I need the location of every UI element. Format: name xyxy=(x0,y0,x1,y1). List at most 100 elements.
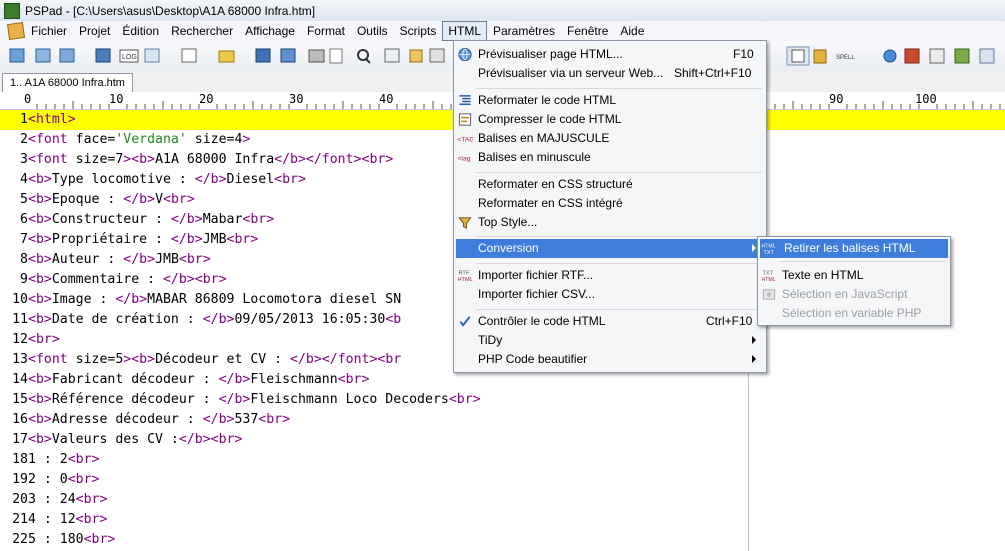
uppercase-tag-icon: <TAG xyxy=(458,136,474,143)
menu-fichier[interactable]: Fichier xyxy=(25,22,73,40)
code-token: </b> xyxy=(162,272,195,287)
save-all-icon xyxy=(280,48,296,63)
menu-item-strip-html-tags[interactable]: HTML TXT Retirer les balises HTML xyxy=(760,239,948,258)
code-token: </b> xyxy=(178,432,211,447)
code-token: Fleischmann Loco Decoders xyxy=(250,392,449,407)
code-token: <br> xyxy=(361,152,394,167)
menu-item-php-beautifier[interactable]: PHP Code beautifier xyxy=(454,350,766,369)
menu-separator xyxy=(476,88,762,89)
menu-item-css-structured[interactable]: Reformater en CSS structuré xyxy=(454,175,766,194)
line-code: 4 : 12<br> xyxy=(28,510,107,530)
menu-item-uppercase-tags[interactable]: <TAG Balises en MAJUSCULE xyxy=(454,129,766,148)
menu-affichage[interactable]: Affichage xyxy=(239,22,301,40)
menu-item-top-style[interactable]: Top Style... xyxy=(454,213,766,232)
menu-projet[interactable]: Projet xyxy=(73,22,116,40)
line-number: 11 xyxy=(12,312,28,327)
code-line[interactable]: 20 3 : 24<br> xyxy=(0,490,1005,510)
menu-outils[interactable]: Outils xyxy=(351,22,394,40)
menu-separator xyxy=(476,172,762,173)
line-number: 15 xyxy=(12,392,28,407)
menu-label: Top Style... xyxy=(478,215,538,229)
code-token: Propriétaire : xyxy=(51,232,171,247)
menu-scripts[interactable]: Scripts xyxy=(394,22,443,40)
svg-text:<TAG: <TAG xyxy=(458,136,474,143)
line-number: 3 xyxy=(20,152,28,167)
code-token: 5 : 180 xyxy=(28,532,84,547)
code-line[interactable]: 18 1 : 2<br> xyxy=(0,450,1005,470)
line-number: 13 xyxy=(12,352,28,367)
code-line[interactable]: 14 <b>Fabricant décodeur : </b>Fleischman… xyxy=(0,370,1005,390)
line-number: 19 xyxy=(12,472,28,487)
menu-item-selection-javascript[interactable]: Sélection en JavaScript xyxy=(758,285,950,304)
code-line[interactable]: 17 <b>Valeurs des CV :</b><br> xyxy=(0,430,1005,450)
lock-icon xyxy=(813,49,827,64)
code-line[interactable]: 15 <b>Référence décodeur : </b>Fleischman… xyxy=(0,390,1005,410)
doc-icon xyxy=(429,48,445,63)
menu-item-import-rtf[interactable]: RTF HTML Importer fichier RTF... xyxy=(454,266,766,285)
line-code: <br> xyxy=(28,330,60,350)
code-token: <br> xyxy=(274,172,306,187)
code-token: <b> xyxy=(131,352,156,367)
line-number: 14 xyxy=(12,372,28,387)
code-line[interactable]: 21 4 : 12<br> xyxy=(0,510,1005,530)
menu-item-css-inline[interactable]: Reformater en CSS intégré xyxy=(454,194,766,213)
code-token: 3 : 24 xyxy=(28,492,76,507)
code-token: 4 : 12 xyxy=(28,512,76,527)
menu-item-text-to-html[interactable]: TXT HTML Texte en HTML xyxy=(758,266,950,285)
code-token: <br> xyxy=(163,192,195,207)
code-token: Mabar xyxy=(202,212,243,227)
code-line[interactable]: 22 5 : 180<br> xyxy=(0,530,1005,550)
new-icon xyxy=(181,48,197,63)
menu-item-compress-html[interactable]: Compresser le code HTML xyxy=(454,110,766,129)
line-number: 16 xyxy=(12,412,28,427)
menu-label: Reformater en CSS structuré xyxy=(478,177,633,191)
code-token: Date de création : xyxy=(51,312,203,327)
code-token: 09/05/2013 16:05:30 xyxy=(234,312,386,327)
code-line[interactable]: 19 2 : 0<br> xyxy=(0,470,1005,490)
code-token: <b> xyxy=(28,212,52,227)
code-token: </b> xyxy=(274,152,306,167)
menu-label: Reformater le code HTML xyxy=(478,93,617,107)
line-code: <b>Référence décodeur : </b>Fleischmann … xyxy=(28,390,481,410)
menu-item-preview-html[interactable]: Prévisualiser page HTML... F10 xyxy=(454,45,766,64)
menu-aide[interactable]: Aide xyxy=(614,22,650,40)
menu-item-validate-html[interactable]: Contrôler le code HTML Ctrl+F10 xyxy=(454,312,766,331)
menu-rechercher[interactable]: Rechercher xyxy=(165,22,239,40)
menu-item-tidy[interactable]: TiDy xyxy=(454,331,766,350)
code-token: JMB xyxy=(202,232,227,247)
code-token: Valeurs des CV : xyxy=(51,432,179,447)
code-token: </b> xyxy=(290,352,322,367)
code-token: <font xyxy=(28,352,76,367)
line-number: 2 xyxy=(20,132,28,147)
reformat-icon xyxy=(459,95,471,105)
code-token: size=4 xyxy=(186,132,243,147)
menu-item-reformat-html[interactable]: Reformater le code HTML xyxy=(454,91,766,110)
tab-file[interactable]: 1.. A1A 68000 Infra.htm xyxy=(2,73,133,92)
line-code: <b>Auteur : </b>JMB<br> xyxy=(28,250,211,270)
code-token: Fabricant décodeur : xyxy=(51,372,219,387)
menu-item-lowercase-tags[interactable]: <tag Balises en minuscule xyxy=(454,148,766,167)
html-txt-icon: HTMLTXT xyxy=(762,244,776,256)
code-token: Adresse décodeur : xyxy=(51,412,203,427)
menu-item-selection-php[interactable]: Sélection en variable PHP xyxy=(758,304,950,323)
svg-text:HTML: HTML xyxy=(458,277,473,283)
menu-html[interactable]: HTML xyxy=(442,21,487,41)
code-token: MABAR 86809 Locomotora diesel SN xyxy=(147,292,402,307)
line-number: 7 xyxy=(20,232,28,247)
code-line[interactable]: 16 <b>Adresse décodeur : </b>537<br> xyxy=(0,410,1005,430)
menu-fenetre[interactable]: Fenêtre xyxy=(561,22,614,40)
menu-format[interactable]: Format xyxy=(301,22,351,40)
menu-item-import-csv[interactable]: Importer fichier CSV... xyxy=(454,285,766,304)
code-token: </b> xyxy=(202,412,235,427)
code-token: <b> xyxy=(28,292,52,307)
code-token: </font> xyxy=(305,152,362,167)
code-token: Type locomotive : xyxy=(51,172,195,187)
menu-item-conversion[interactable]: Conversion xyxy=(456,239,764,258)
code-token: <b> xyxy=(28,272,52,287)
menu-item-preview-server[interactable]: Prévisualiser via un serveur Web... Shif… xyxy=(454,64,766,83)
svg-text:HTML: HTML xyxy=(762,244,776,250)
code-token: <br> xyxy=(28,332,60,347)
menu-edition[interactable]: Édition xyxy=(116,22,165,40)
menu-parametres[interactable]: Paramètres xyxy=(487,22,561,40)
code-token: <br> xyxy=(337,372,370,387)
